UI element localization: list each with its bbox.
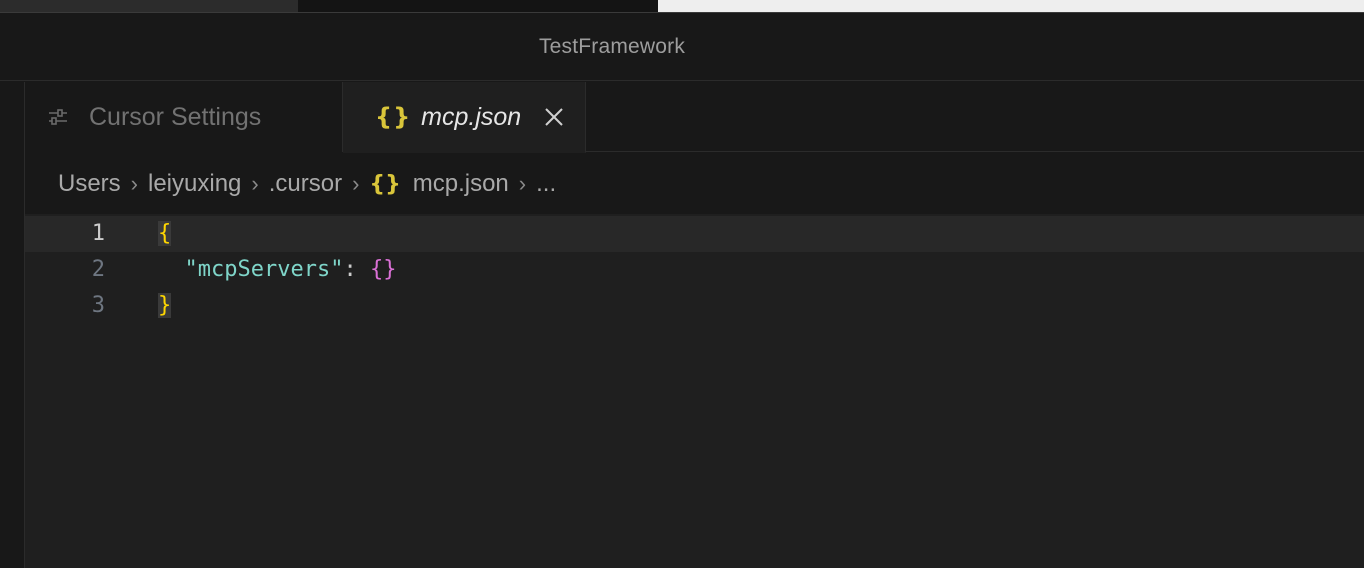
top-strip-segment — [298, 0, 658, 12]
line-content[interactable]: "mcpServers": {} — [158, 252, 397, 288]
breadcrumb-item-leiyuxing[interactable]: leiyuxing — [148, 170, 241, 198]
tab-label: mcp.json — [421, 102, 522, 131]
chevron-right-icon: › — [130, 171, 138, 196]
chevron-right-icon: › — [518, 171, 527, 196]
json-braces-icon: {} — [369, 171, 401, 197]
tab-mcp-json[interactable]: {} mcp.json — [343, 82, 586, 153]
code-line[interactable]: 1 { — [25, 216, 1364, 252]
top-strip-segment — [658, 0, 1364, 12]
breadcrumb-item-mcp-json[interactable]: mcp.json — [413, 170, 509, 198]
tab-label: Cursor Settings — [89, 102, 262, 131]
chevron-right-icon: › — [352, 171, 360, 196]
tab-cursor-settings[interactable]: Cursor Settings — [25, 82, 343, 152]
breadcrumb-item-users[interactable]: Users — [58, 170, 121, 198]
activity-bar — [0, 82, 25, 568]
code-line[interactable]: 2 "mcpServers": {} — [25, 252, 1364, 288]
settings-sliders-icon — [47, 106, 69, 128]
line-number: 1 — [91, 221, 105, 246]
close-icon[interactable] — [541, 104, 567, 130]
code-line[interactable]: 3 } — [25, 288, 1364, 324]
title-bar: TestFramework — [0, 13, 1364, 81]
code-editor[interactable]: 1 { 2 "mcpServers": {} 3 } — [25, 214, 1364, 568]
line-content[interactable]: { — [158, 216, 172, 252]
bracket: { — [158, 221, 172, 246]
breadcrumb: Users › leiyuxing › .cursor › {} mcp.jso… — [58, 166, 556, 202]
line-content[interactable]: } — [158, 288, 172, 324]
screen-top-strip — [0, 0, 1364, 13]
line-number: 3 — [91, 293, 105, 318]
top-strip-segment — [0, 0, 298, 12]
bracket: } — [158, 293, 172, 318]
line-number: 2 — [91, 257, 105, 282]
json-key: "mcpServers" — [184, 257, 344, 282]
chevron-right-icon: › — [251, 171, 259, 196]
window-title: TestFramework — [538, 34, 686, 58]
breadcrumb-item-symbols[interactable]: ... — [536, 170, 556, 198]
json-colon: : — [343, 257, 357, 282]
editor-tab-bar: Cursor Settings {} mcp.json — [25, 82, 1364, 153]
json-value: {} — [369, 257, 397, 282]
breadcrumb-item-cursor[interactable]: .cursor — [269, 170, 342, 198]
json-braces-icon: {} — [375, 103, 412, 131]
